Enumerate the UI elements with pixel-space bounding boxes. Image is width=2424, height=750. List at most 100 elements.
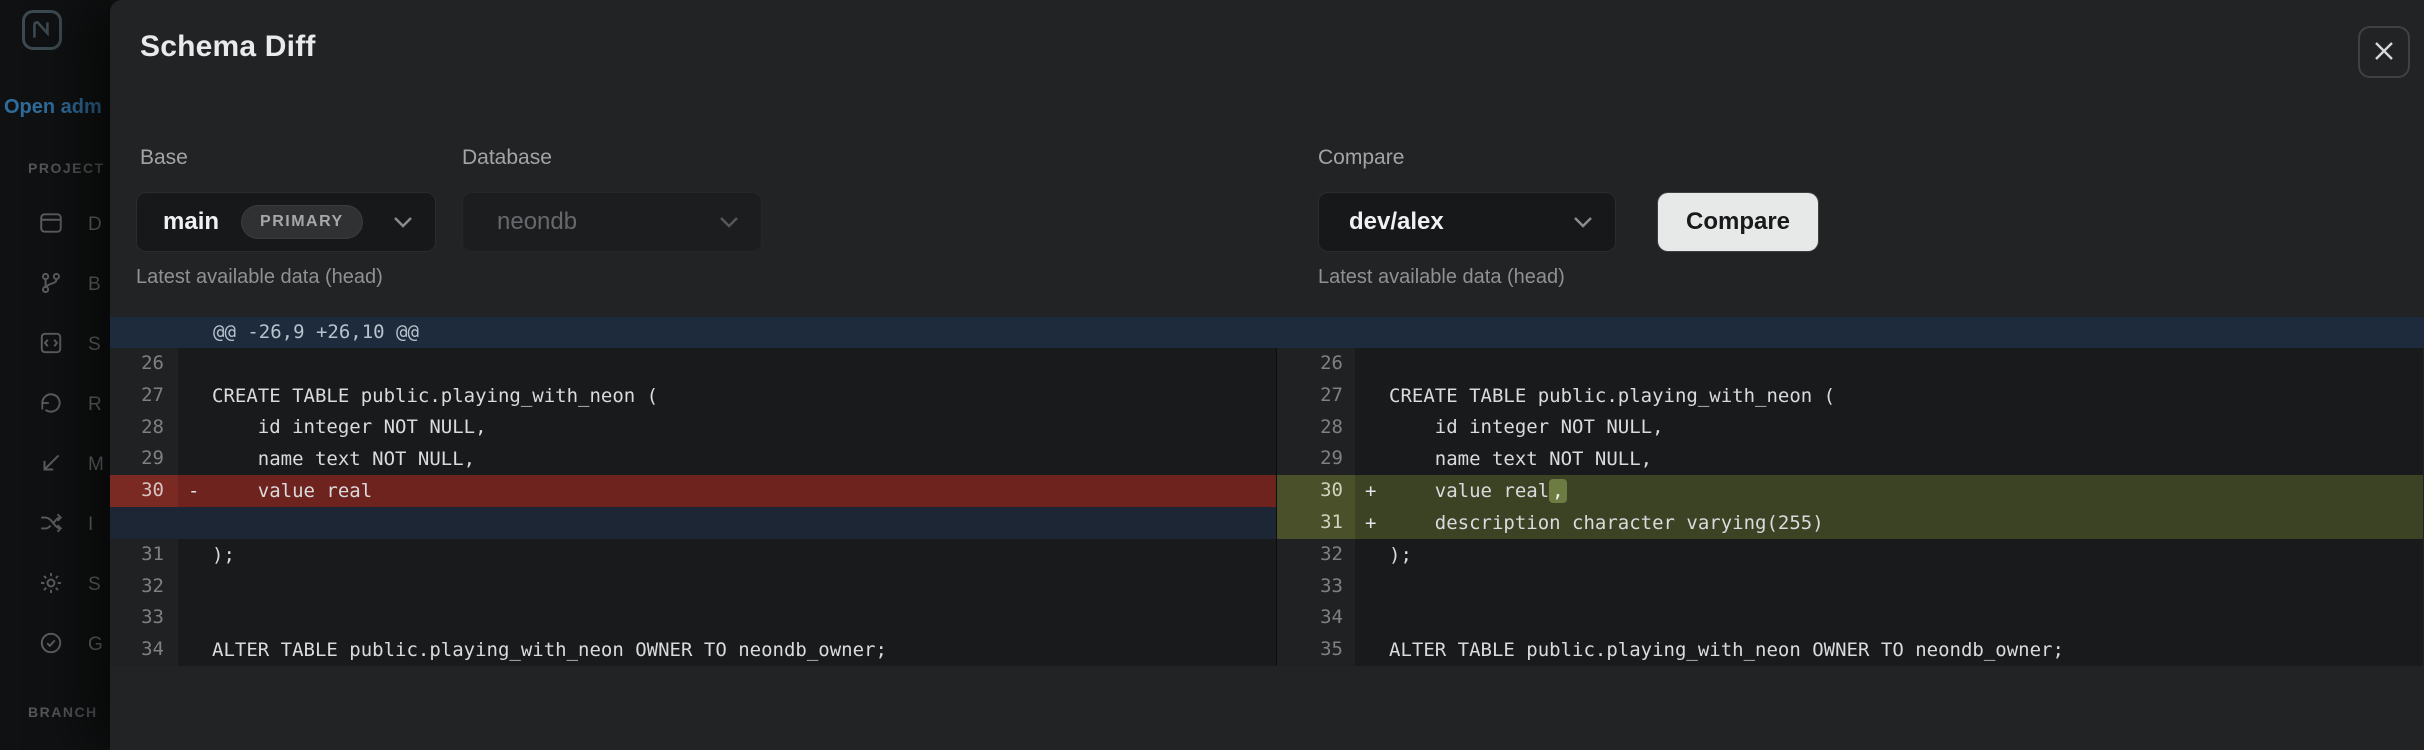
sidebar-item-label: I	[88, 514, 94, 535]
diff-line-31: 31);	[110, 538, 1276, 571]
sidebar-item-label: D	[88, 214, 102, 235]
code-text: );	[212, 543, 235, 566]
line-number: 28	[110, 411, 178, 444]
compare-label: Compare	[1318, 146, 1405, 169]
line-number: 33	[1277, 570, 1355, 603]
diff-line-29: 29 name text NOT NULL,	[1277, 443, 2423, 476]
code-text: );	[1389, 543, 1412, 566]
chevron-down-icon	[1573, 216, 1593, 228]
base-label: Base	[140, 146, 188, 169]
line-number: 35	[1277, 634, 1355, 666]
close-button[interactable]	[2358, 26, 2410, 78]
line-number: 31	[110, 538, 178, 571]
hunk-header-bar: @@ -26,9 +26,10 @@	[110, 317, 2424, 348]
database-select[interactable]: neondb	[462, 192, 762, 252]
diff-pane-compare[interactable]: 26 27 CREATE TABLE public.playing_with_neo…	[1277, 348, 2423, 666]
project-section-label: PROJECT	[28, 160, 105, 176]
base-branch-select[interactable]: main PRIMARY	[136, 192, 436, 252]
sidebar-item[interactable]: R	[0, 376, 110, 436]
sidebar-item[interactable]: B	[0, 256, 110, 316]
line-number: 32	[110, 570, 178, 603]
chevron-down-icon	[393, 216, 413, 228]
compare-branch-value: dev/alex	[1349, 208, 1444, 235]
diff-line-33: 33	[110, 602, 1276, 635]
line-number: 30	[110, 475, 178, 507]
diff-line-33: 33	[1277, 570, 2423, 603]
compare-hint: Latest available data (head)	[1318, 266, 1565, 288]
sidebar-item-label: M	[88, 454, 104, 475]
schema-diff-viewer: @@ -26,9 +26,10 @@ 26 27 CREATE TABLE publ…	[110, 317, 2424, 666]
modal-title: Schema Diff	[140, 30, 316, 63]
restore-icon	[38, 390, 66, 418]
code-text: value real,	[1389, 479, 1567, 504]
sidebar-item[interactable]: S	[0, 316, 110, 376]
sidebar-item[interactable]: S	[0, 556, 110, 616]
diff-line-30: 30 + value real,	[1277, 475, 2423, 507]
branches-icon	[38, 270, 66, 298]
sidebar-item[interactable]: D	[0, 196, 110, 256]
sidebar-item-label: R	[88, 394, 102, 415]
base-hint: Latest available data (head)	[136, 266, 383, 288]
line-number: 29	[110, 443, 178, 476]
integrations-icon	[38, 510, 66, 538]
hunk-header-text: @@ -26,9 +26,10 @@	[213, 321, 419, 343]
code-text: name text NOT NULL,	[1389, 448, 1653, 471]
line-number: 28	[1277, 411, 1355, 444]
diff-line-26: 26	[110, 348, 1276, 380]
chevron-down-icon	[719, 216, 739, 228]
app-sidebar: Open adm PROJECT D B S R M I S G BRANCH	[0, 0, 110, 750]
monitoring-icon	[38, 450, 66, 478]
diff-pane-base[interactable]: 26 27 CREATE TABLE public.playing_with_neo…	[110, 348, 1277, 666]
close-icon	[2372, 39, 2396, 66]
sidebar-item-label: B	[88, 274, 101, 295]
database-value: neondb	[497, 208, 578, 235]
primary-badge: PRIMARY	[241, 205, 363, 239]
diff-sign: -	[188, 480, 200, 503]
code-text: value real	[212, 480, 373, 503]
sidebar-item[interactable]: I	[0, 496, 110, 556]
sidebar-item-label: S	[88, 334, 101, 355]
compare-button[interactable]: Compare	[1658, 193, 1819, 251]
code-text: CREATE TABLE public.playing_with_neon (	[212, 384, 659, 407]
line-number: 31	[1277, 506, 1355, 539]
diff-line-26: 26	[1277, 348, 2423, 380]
diff-line-32: 32	[110, 570, 1276, 603]
line-number: 26	[110, 348, 178, 380]
sidebar-item[interactable]: M	[0, 436, 110, 496]
line-number	[110, 506, 178, 539]
schema-diff-screen: Open adm PROJECT D B S R M I S G BRANCH Schema …	[0, 0, 2424, 750]
compare-branch-select[interactable]: dev/alex	[1318, 192, 1616, 252]
open-admin-link[interactable]: Open adm	[4, 96, 110, 119]
code-text: ALTER TABLE public.playing_with_neon OWN…	[1389, 639, 2064, 662]
database-label: Database	[462, 146, 552, 169]
line-number: 29	[1277, 443, 1355, 476]
diff-sign: +	[1365, 511, 1377, 534]
code-text: id integer NOT NULL,	[1389, 416, 1664, 439]
sidebar-items: D B S R M I S G	[0, 196, 110, 676]
line-number: 26	[1277, 348, 1355, 380]
dashboard-icon	[38, 210, 66, 238]
sql-editor-icon	[38, 330, 66, 358]
sidebar-item-label: S	[88, 574, 101, 595]
diff-line-filler	[110, 506, 1276, 539]
diff-line-28: 28 id integer NOT NULL,	[1277, 411, 2423, 444]
diff-line-27: 27 CREATE TABLE public.playing_with_neon …	[1277, 379, 2423, 412]
code-text: ALTER TABLE public.playing_with_neon OWN…	[212, 639, 887, 662]
code-text: description character varying(255)	[1389, 511, 1824, 534]
word-diff-highlight: ,	[1549, 479, 1567, 504]
neon-logo-icon[interactable]	[22, 10, 62, 50]
code-text: id integer NOT NULL,	[212, 416, 487, 439]
base-branch-value: main	[163, 208, 220, 235]
diff-line-34: 34	[1277, 602, 2423, 635]
get-started-icon	[38, 630, 66, 658]
diff-line-35: 35 ALTER TABLE public.playing_with_neon O…	[1277, 634, 2423, 666]
diff-line-34: 34 ALTER TABLE public.playing_with_neon O…	[110, 634, 1276, 666]
sidebar-item[interactable]: G	[0, 616, 110, 676]
diff-line-30: 30- value real	[110, 475, 1276, 507]
line-number: 32	[1277, 538, 1355, 571]
diff-sign: +	[1365, 480, 1377, 503]
diff-line-27: 27 CREATE TABLE public.playing_with_neon …	[110, 379, 1276, 412]
diff-line-28: 28 id integer NOT NULL,	[110, 411, 1276, 444]
settings-icon	[38, 570, 66, 598]
diff-line-32: 32);	[1277, 538, 2423, 571]
